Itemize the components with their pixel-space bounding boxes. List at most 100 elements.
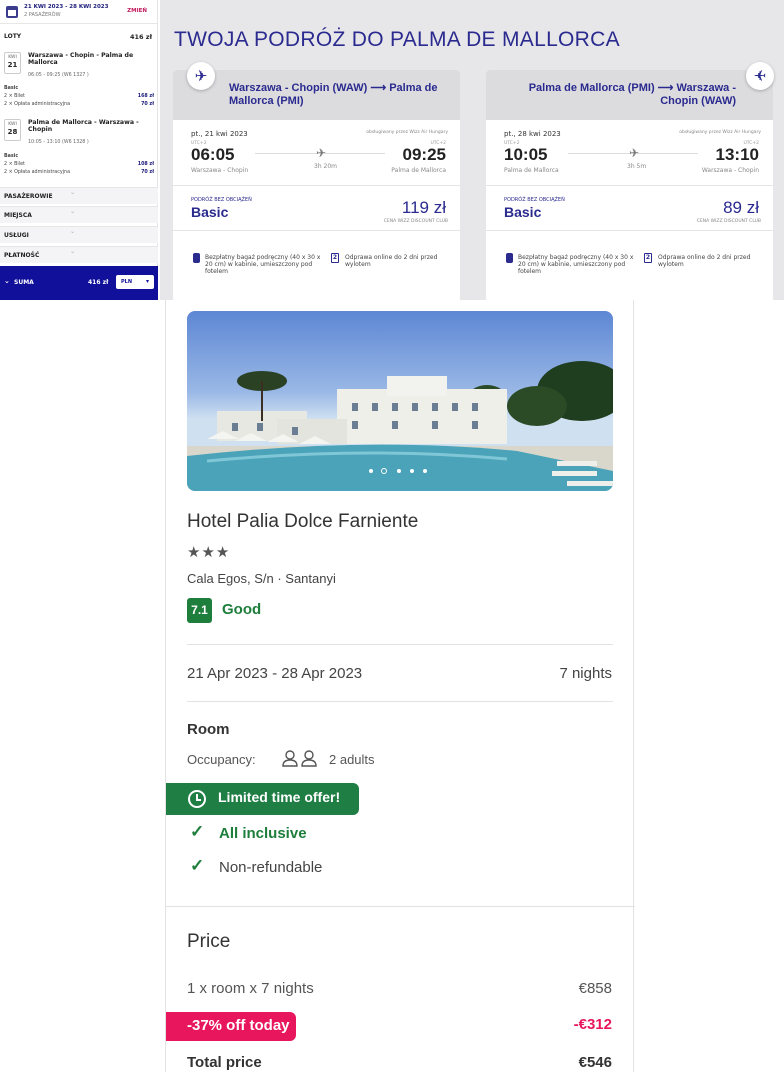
- flights-total: 416 zł: [129, 33, 152, 41]
- flight-card-header: Warszawa - Chopin (WAW) ⟶ Palma de Mallo…: [173, 70, 460, 120]
- divider: [166, 906, 635, 907]
- divider: [173, 230, 460, 231]
- trip-dates: 21 KWI 2023 - 28 KWI 2023: [24, 4, 109, 10]
- flight-date: pt., 28 kwi 2023: [504, 130, 561, 138]
- trip-overview: TWOJA PODRÓŻ DO PALMA DE MALLORCA ✈ ✈ Wa…: [160, 0, 784, 302]
- plane-departure-icon: ✈: [187, 62, 215, 90]
- stay-dates: 21 Apr 2023 - 28 Apr 2023: [187, 665, 363, 682]
- cabin-bag-icon: [193, 253, 200, 263]
- airline-booking-region: 21 KWI 2023 - 28 KWI 2023 2 PASAŻERÓW ZM…: [0, 0, 784, 302]
- flight-day: 21: [7, 61, 18, 69]
- section-passengers[interactable]: PASAŻEROWIE ⌄: [0, 187, 158, 204]
- departure-time: 10:05: [504, 145, 548, 164]
- flight-route: Warszawa - Chopin (WAW) ⟶ Palma de Mallo…: [229, 82, 438, 107]
- plane-return-icon: ✈: [746, 62, 774, 90]
- carousel-dots: [367, 467, 437, 475]
- star-rating: ★★★: [187, 544, 231, 561]
- hotel-photo: [187, 361, 613, 491]
- perk-online-checkin: Odprawa online do 2 dni przed wylotem: [658, 254, 751, 268]
- change-button[interactable]: ZMIEŃ: [127, 8, 147, 14]
- fare-label: PODRÓŻ BEZ OBCIĄŻEŃ: [191, 197, 252, 203]
- price-line-value: €858: [578, 980, 612, 997]
- operator: obsługiwany przez Wizz Air Hungary: [366, 130, 448, 135]
- carousel-dot[interactable]: [423, 469, 427, 473]
- carousel-dot[interactable]: [369, 469, 373, 473]
- flight-date-box: KWI 28: [4, 119, 21, 141]
- divider: [187, 644, 613, 645]
- fee-line: 2 × Opłata administracyjna 70 zł: [4, 102, 154, 107]
- fare-name: Basic: [504, 204, 542, 220]
- flights-label: LOTY: [4, 33, 22, 40]
- flight-fare: Basic: [4, 86, 19, 91]
- flight-duration: 3h 20m: [314, 163, 338, 170]
- flight-day: 28: [7, 128, 18, 136]
- section-services[interactable]: USŁUGI ⌄: [0, 226, 158, 243]
- operator: obsługiwany przez Wizz Air Hungary: [679, 130, 761, 135]
- clock-icon: [188, 790, 206, 808]
- plane-icon: ✈: [316, 146, 327, 160]
- carousel-dot[interactable]: [397, 469, 401, 473]
- discount-club-note: CENA WIZZ DISCOUNT CLUB: [383, 219, 448, 224]
- chevron-down-icon: ⌄: [4, 277, 10, 285]
- fee-price: 70 zł: [141, 102, 154, 107]
- refund-policy: Non-refundable: [219, 859, 323, 876]
- departure-airport: Warszawa - Chopin: [191, 167, 249, 174]
- fare-label: PODRÓŻ BEZ OBCIĄŻEŃ: [504, 197, 565, 203]
- total-price-label: Total price: [187, 1054, 262, 1071]
- stay-nights: 7 nights: [559, 665, 612, 682]
- section-payment[interactable]: PŁATNOŚĆ ⌄: [0, 246, 158, 263]
- perk-cabin-bag: Bezpłatny bagaż podręczny (40 x 30 x 20 …: [205, 254, 321, 275]
- chevron-down-icon: ⌄: [70, 228, 76, 235]
- currency-select[interactable]: PLN ▾: [116, 275, 154, 289]
- flight-card-outbound[interactable]: Warszawa - Chopin (WAW) ⟶ Palma de Mallo…: [173, 70, 460, 302]
- caret-down-icon: ▾: [145, 278, 149, 285]
- divider: [486, 230, 773, 231]
- hotel-photo-carousel[interactable]: [187, 311, 613, 491]
- price-heading: Price: [187, 931, 231, 952]
- sum-value: 416 zł: [88, 279, 109, 286]
- section-seats[interactable]: MIEJSCA ⌄: [0, 206, 158, 223]
- ticket-line: 2 × Bilet 168 zł: [4, 94, 154, 99]
- departure-time: 06:05: [191, 145, 235, 164]
- occupancy-label: Occupancy:: [187, 752, 256, 767]
- total-sum-bar[interactable]: ⌄ SUMA 416 zł PLN ▾: [0, 266, 158, 300]
- arrival-airport: Warszawa - Chopin: [701, 167, 759, 174]
- carousel-dot-active[interactable]: [381, 468, 387, 474]
- hotel-address: Cala Egos, S/n · Santanyi: [187, 571, 336, 586]
- hotel-offer-card: Hotel Palia Dolce Farniente ★★★ Cala Ego…: [165, 300, 635, 1072]
- discount-club-note: CENA WIZZ DISCOUNT CLUB: [696, 219, 761, 224]
- trip-dates-header[interactable]: 21 KWI 2023 - 28 KWI 2023 2 PASAŻERÓW ZM…: [0, 0, 157, 24]
- ticket-label: 2 × Bilet: [4, 162, 25, 167]
- passenger-count: 2 PASAŻERÓW: [24, 12, 61, 18]
- fare-price: 89 zł: [723, 198, 759, 217]
- section-label: PŁATNOŚĆ: [4, 252, 40, 259]
- ticket-line: 2 × Bilet 108 zł: [4, 162, 154, 167]
- arrival-time: 13:10: [715, 145, 759, 164]
- fee-line: 2 × Opłata administracyjna 70 zł: [4, 170, 154, 175]
- flight-route: Palma de Mallorca (PMI) ⟶ Warszawa - Cho…: [528, 82, 736, 107]
- review-score-badge: 7.1: [187, 598, 212, 623]
- review-score-label: Good: [222, 601, 262, 618]
- chevron-down-icon: ⌄: [70, 208, 76, 215]
- flight-card-header: Palma de Mallorca (PMI) ⟶ Warszawa - Cho…: [486, 70, 773, 120]
- checkin-icon: 2: [644, 253, 652, 263]
- arrival-airport: Palma de Mallorca: [391, 167, 446, 174]
- flight-card-return[interactable]: Palma de Mallorca (PMI) ⟶ Warszawa - Cho…: [486, 70, 773, 302]
- flight-month: KWI: [8, 122, 17, 127]
- carousel-dot[interactable]: [410, 469, 414, 473]
- flight-duration: 3h 5m: [627, 163, 647, 170]
- checkin-icon: 2: [331, 253, 339, 263]
- arrival-time: 09:25: [402, 145, 446, 164]
- chevron-down-icon: ⌄: [70, 189, 76, 196]
- section-label: USŁUGI: [4, 232, 29, 239]
- discount-badge: -37% off today: [166, 1012, 296, 1041]
- price-line-label: 1 x room x 7 nights: [187, 980, 314, 997]
- discount-value: -€312: [573, 1016, 612, 1033]
- section-label: PASAŻEROWIE: [4, 193, 53, 200]
- ticket-price: 108 zł: [137, 162, 154, 167]
- hotel-name[interactable]: Hotel Palia Dolce Farniente: [187, 511, 418, 533]
- fare-price: 119 zł: [401, 198, 446, 217]
- currency-value: PLN: [121, 279, 133, 285]
- perk-online-checkin: Odprawa online do 2 dni przed wylotem: [345, 254, 438, 268]
- flight-date-box: KWI 21: [4, 52, 21, 74]
